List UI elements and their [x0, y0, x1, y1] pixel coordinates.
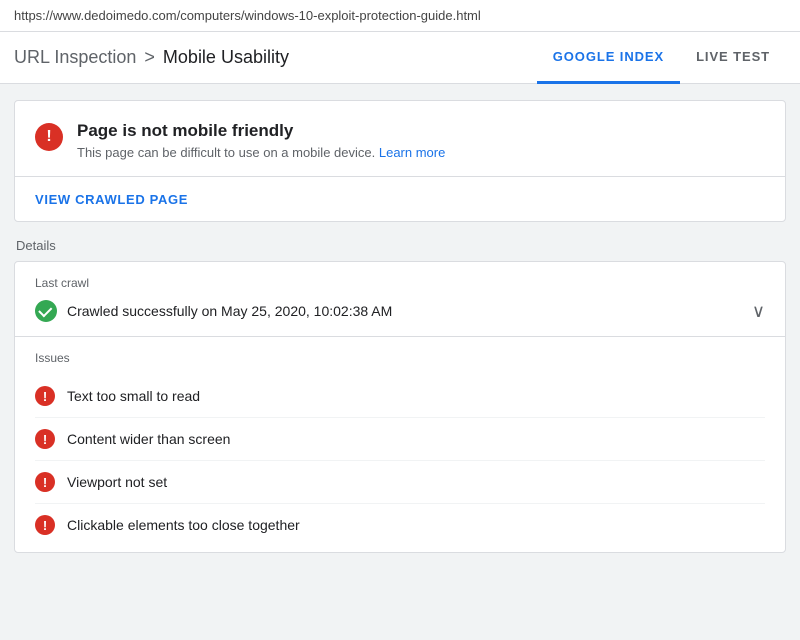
expand-crawl-button[interactable]: ∨: [752, 301, 765, 322]
status-description: This page can be difficult to use on a m…: [77, 145, 445, 160]
status-text: Page is not mobile friendly This page ca…: [77, 121, 445, 160]
learn-more-link[interactable]: Learn more: [379, 145, 445, 160]
details-label: Details: [14, 238, 786, 253]
main-content: ! Page is not mobile friendly This page …: [0, 84, 800, 569]
crawl-info: Crawled successfully on May 25, 2020, 10…: [35, 300, 392, 322]
issue-error-icon-2: !: [35, 429, 55, 449]
breadcrumb-parent[interactable]: URL Inspection: [14, 47, 136, 68]
crawl-text: Crawled successfully on May 25, 2020, 10…: [67, 303, 392, 319]
issue-text-3: Viewport not set: [67, 474, 167, 490]
crawl-section: Last crawl Crawled successfully on May 2…: [15, 262, 785, 336]
tab-live-test[interactable]: LIVE TEST: [680, 32, 786, 84]
issues-section: Issues ! Text too small to read ! Conten…: [15, 337, 785, 552]
issue-text-4: Clickable elements too close together: [67, 517, 300, 533]
issue-row: ! Content wider than screen: [35, 418, 765, 461]
issue-text-1: Text too small to read: [67, 388, 200, 404]
header: URL Inspection > Mobile Usability GOOGLE…: [0, 32, 800, 84]
breadcrumb: URL Inspection > Mobile Usability: [14, 47, 289, 68]
issue-row: ! Clickable elements too close together: [35, 504, 765, 546]
view-crawled-button[interactable]: VIEW CRAWLED PAGE: [35, 192, 188, 207]
issue-error-icon-1: !: [35, 386, 55, 406]
issues-label: Issues: [35, 351, 765, 365]
details-card: Last crawl Crawled successfully on May 2…: [14, 261, 786, 553]
issue-error-icon-4: !: [35, 515, 55, 535]
issue-row: ! Text too small to read: [35, 375, 765, 418]
issue-text-2: Content wider than screen: [67, 431, 230, 447]
breadcrumb-separator: >: [144, 47, 155, 68]
tab-google-index[interactable]: GOOGLE INDEX: [537, 32, 680, 84]
crawl-row: Crawled successfully on May 25, 2020, 10…: [35, 300, 765, 322]
tabs: GOOGLE INDEX LIVE TEST: [537, 32, 786, 83]
status-card: ! Page is not mobile friendly This page …: [14, 100, 786, 222]
view-crawled-section: VIEW CRAWLED PAGE: [15, 177, 785, 221]
url-bar: https://www.dedoimedo.com/computers/wind…: [0, 0, 800, 32]
error-icon: !: [35, 123, 63, 151]
status-title: Page is not mobile friendly: [77, 121, 445, 141]
issue-error-icon-3: !: [35, 472, 55, 492]
url-text: https://www.dedoimedo.com/computers/wind…: [14, 8, 481, 23]
success-icon: [35, 300, 57, 322]
crawl-label: Last crawl: [35, 276, 765, 290]
issue-row: ! Viewport not set: [35, 461, 765, 504]
status-section: ! Page is not mobile friendly This page …: [15, 101, 785, 160]
breadcrumb-current: Mobile Usability: [163, 47, 289, 68]
